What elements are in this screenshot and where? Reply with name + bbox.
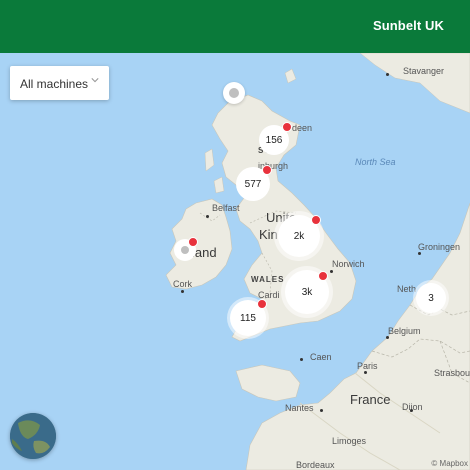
city-dot (320, 409, 323, 412)
label-belgium: Belgium (388, 326, 421, 336)
label-nantes: Nantes (285, 403, 314, 413)
label-norwich: Norwich (332, 259, 365, 269)
label-aberdeen: deen (292, 123, 313, 133)
cluster-alert-pin (282, 122, 292, 132)
city-dot (418, 252, 421, 255)
city-dot (300, 358, 303, 361)
map-canvas[interactable]: Stavanger deen SCO inburgh North Sea Bel… (0, 53, 470, 470)
city-dot (181, 290, 184, 293)
city-dot (386, 336, 389, 339)
label-caen: Caen (310, 352, 332, 362)
label-belfast: Belfast (212, 203, 240, 213)
machine-filter-label: All machines (20, 77, 89, 91)
cluster-alert-pin (262, 165, 272, 175)
chevron-down-icon (91, 78, 99, 83)
city-dot (330, 270, 333, 273)
map-attribution[interactable]: © Mapbox (431, 459, 468, 468)
cluster-alert-pin (257, 299, 267, 309)
city-dot (386, 73, 389, 76)
label-strasbourg: Strasbou (434, 368, 470, 378)
label-wales: WALES (251, 275, 285, 284)
label-cork: Cork (173, 279, 193, 289)
label-paris: Paris (357, 361, 378, 371)
top-bar: Sunbelt UK (0, 0, 470, 53)
label-netherlands: Neth (397, 284, 417, 294)
label-groningen: Groningen (418, 242, 461, 252)
map-land-layer (165, 53, 470, 470)
location-marker[interactable] (223, 82, 245, 104)
city-dot (206, 215, 209, 218)
cluster-alert-pin (318, 271, 328, 281)
cluster-marker[interactable]: 3 (416, 283, 446, 313)
label-stavanger: Stavanger (403, 66, 445, 76)
label-bordeaux: Bordeaux (296, 460, 335, 470)
cluster-alert-pin (311, 215, 321, 225)
brand-label[interactable]: Sunbelt UK (373, 18, 444, 33)
city-dot (364, 371, 367, 374)
city-dot (410, 409, 413, 412)
globe-view-icon[interactable] (10, 413, 56, 459)
label-north-sea: North Sea (355, 157, 396, 167)
cluster-alert-pin (188, 237, 198, 247)
label-france: France (350, 392, 391, 407)
label-limoges: Limoges (332, 436, 367, 446)
machine-filter-dropdown[interactable]: All machines (10, 66, 109, 100)
